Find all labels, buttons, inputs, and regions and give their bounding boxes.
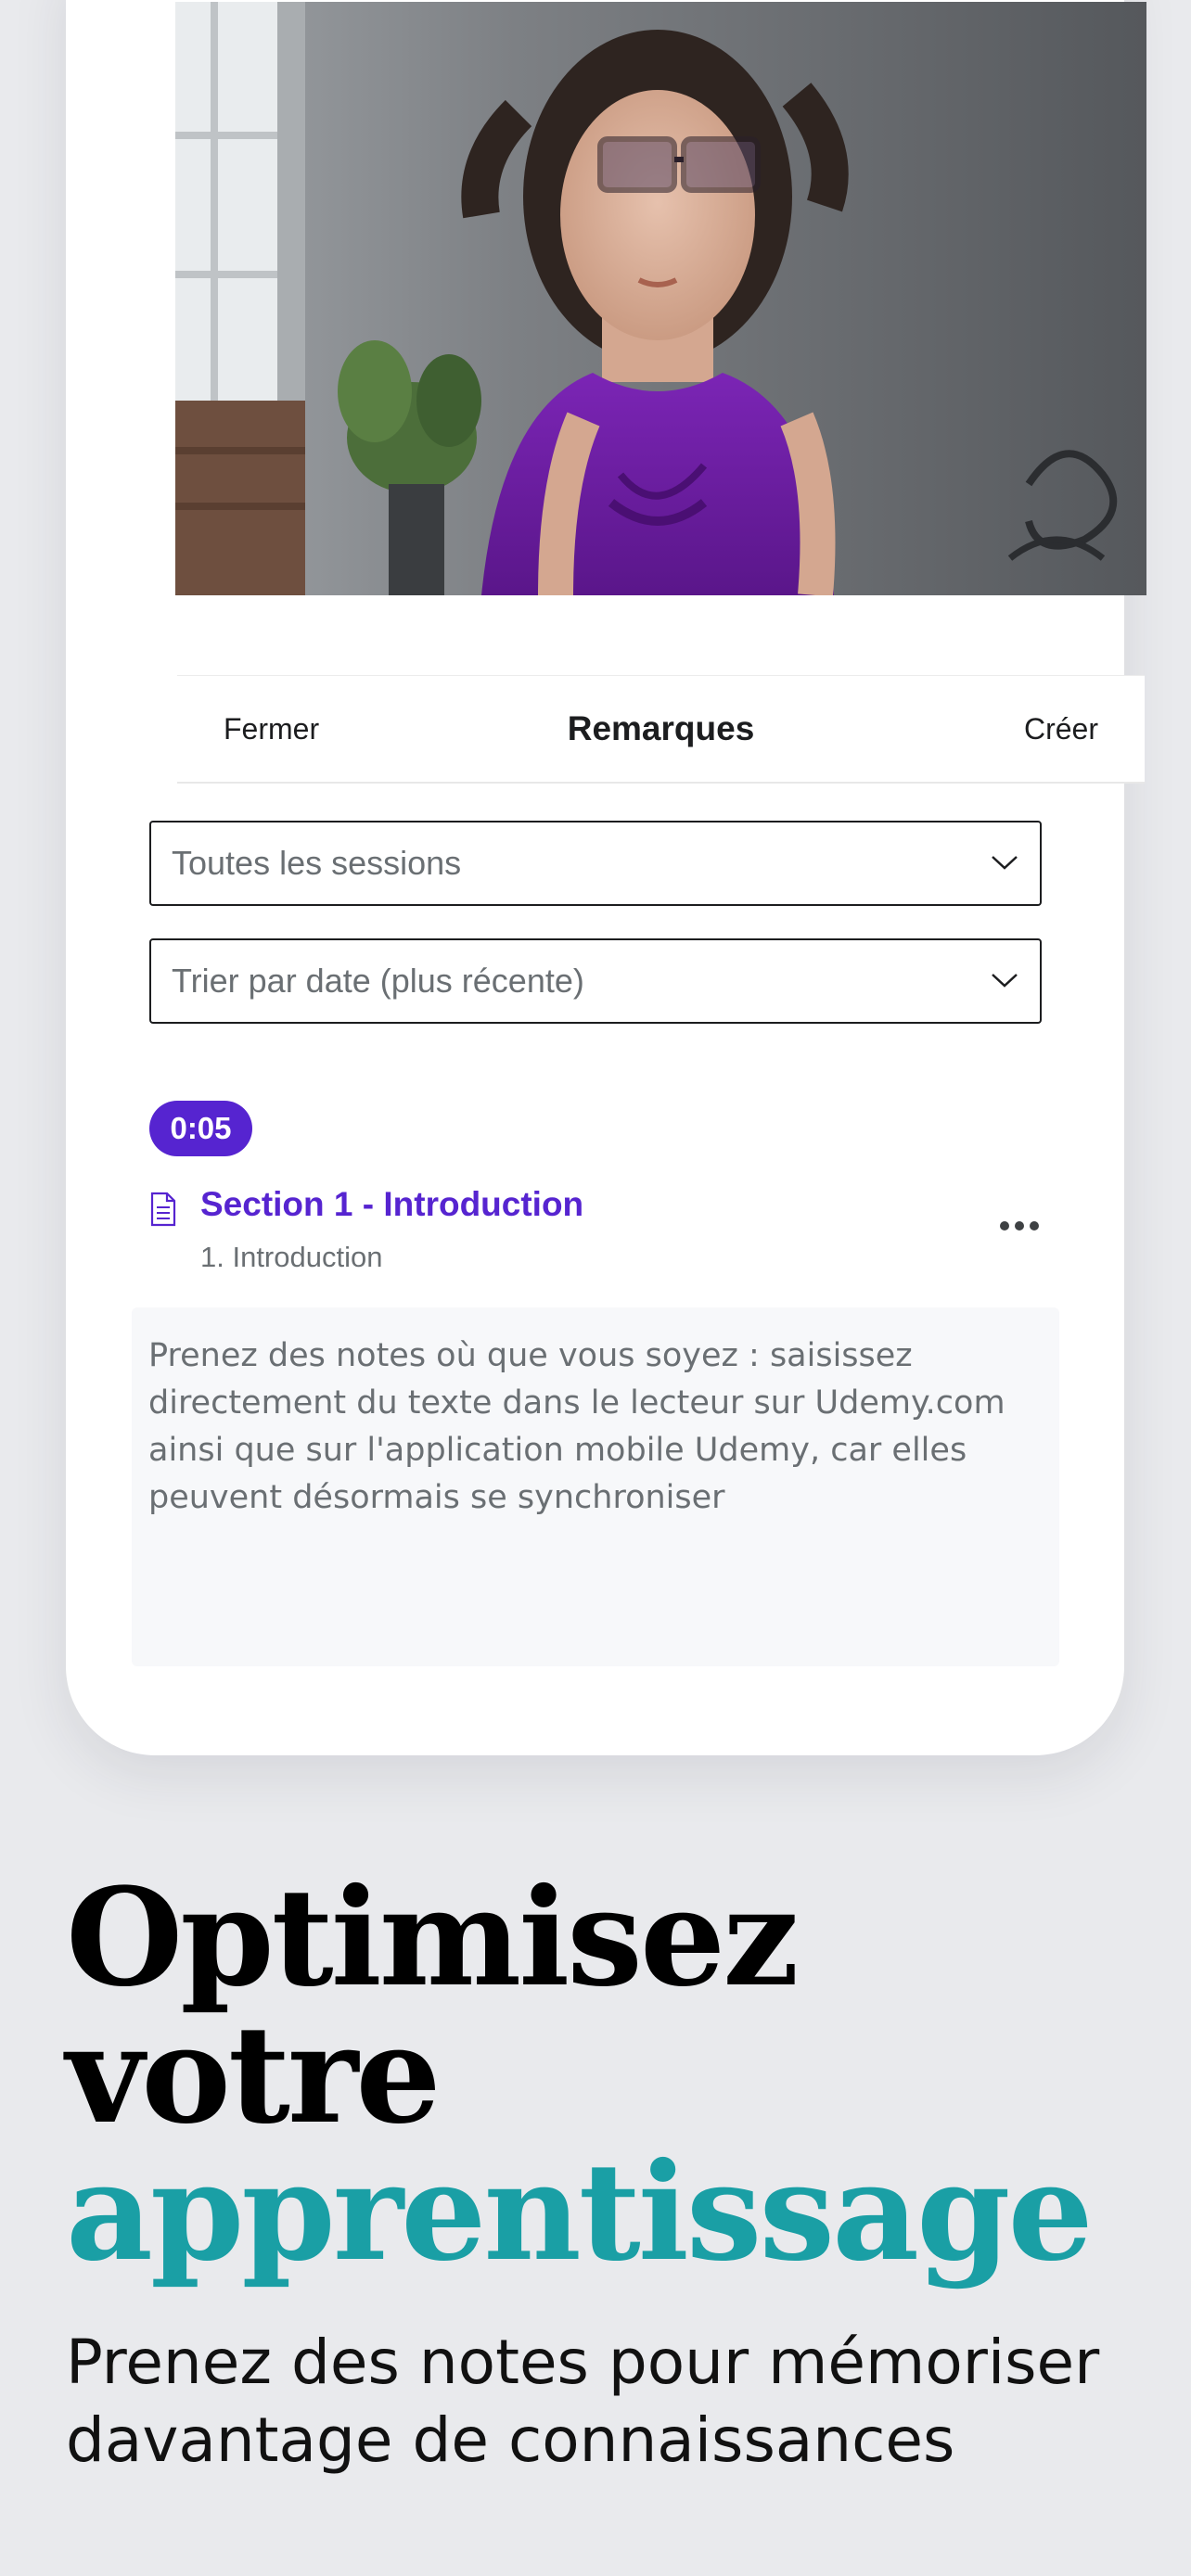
sort-value: Trier par date (plus récente) xyxy=(172,962,584,1000)
chevron-down-icon xyxy=(992,856,1018,870)
note-section-link[interactable]: Section 1 - Introduction xyxy=(200,1185,583,1224)
note-body-text: Prenez des notes où que vous soyez : sai… xyxy=(148,1337,1005,1516)
chevron-down-icon xyxy=(992,974,1018,988)
create-note-button[interactable]: Créer xyxy=(1024,676,1098,782)
promo-headline: Optimisez votre apprentissage xyxy=(66,1859,1094,2291)
headline-line-1: Optimisez xyxy=(66,1859,799,2017)
promo-subheadline: Prenez des notes pour mémoriser davantag… xyxy=(66,2327,1100,2476)
page-title: Remarques xyxy=(567,709,755,747)
session-filter-value: Toutes les sessions xyxy=(172,844,462,882)
notes-header: Fermer Remarques Créer xyxy=(177,675,1145,784)
session-filter-select[interactable]: Toutes les sessions xyxy=(149,821,1042,906)
video-player[interactable] xyxy=(175,2,1146,595)
note-lecture-title: 1. Introduction xyxy=(200,1241,383,1273)
note-content-box[interactable]: Prenez des notes où que vous soyez : sai… xyxy=(132,1307,1059,1666)
headline-line-2: votre xyxy=(66,1996,442,2154)
sort-select[interactable]: Trier par date (plus récente) xyxy=(149,938,1042,1024)
document-icon xyxy=(150,1192,176,1227)
video-frame-image xyxy=(175,2,1146,595)
headline-line-3: apprentissage xyxy=(66,2134,1094,2291)
timestamp-badge[interactable]: 0:05 xyxy=(149,1101,252,1156)
more-options-icon[interactable] xyxy=(997,1217,1042,1235)
